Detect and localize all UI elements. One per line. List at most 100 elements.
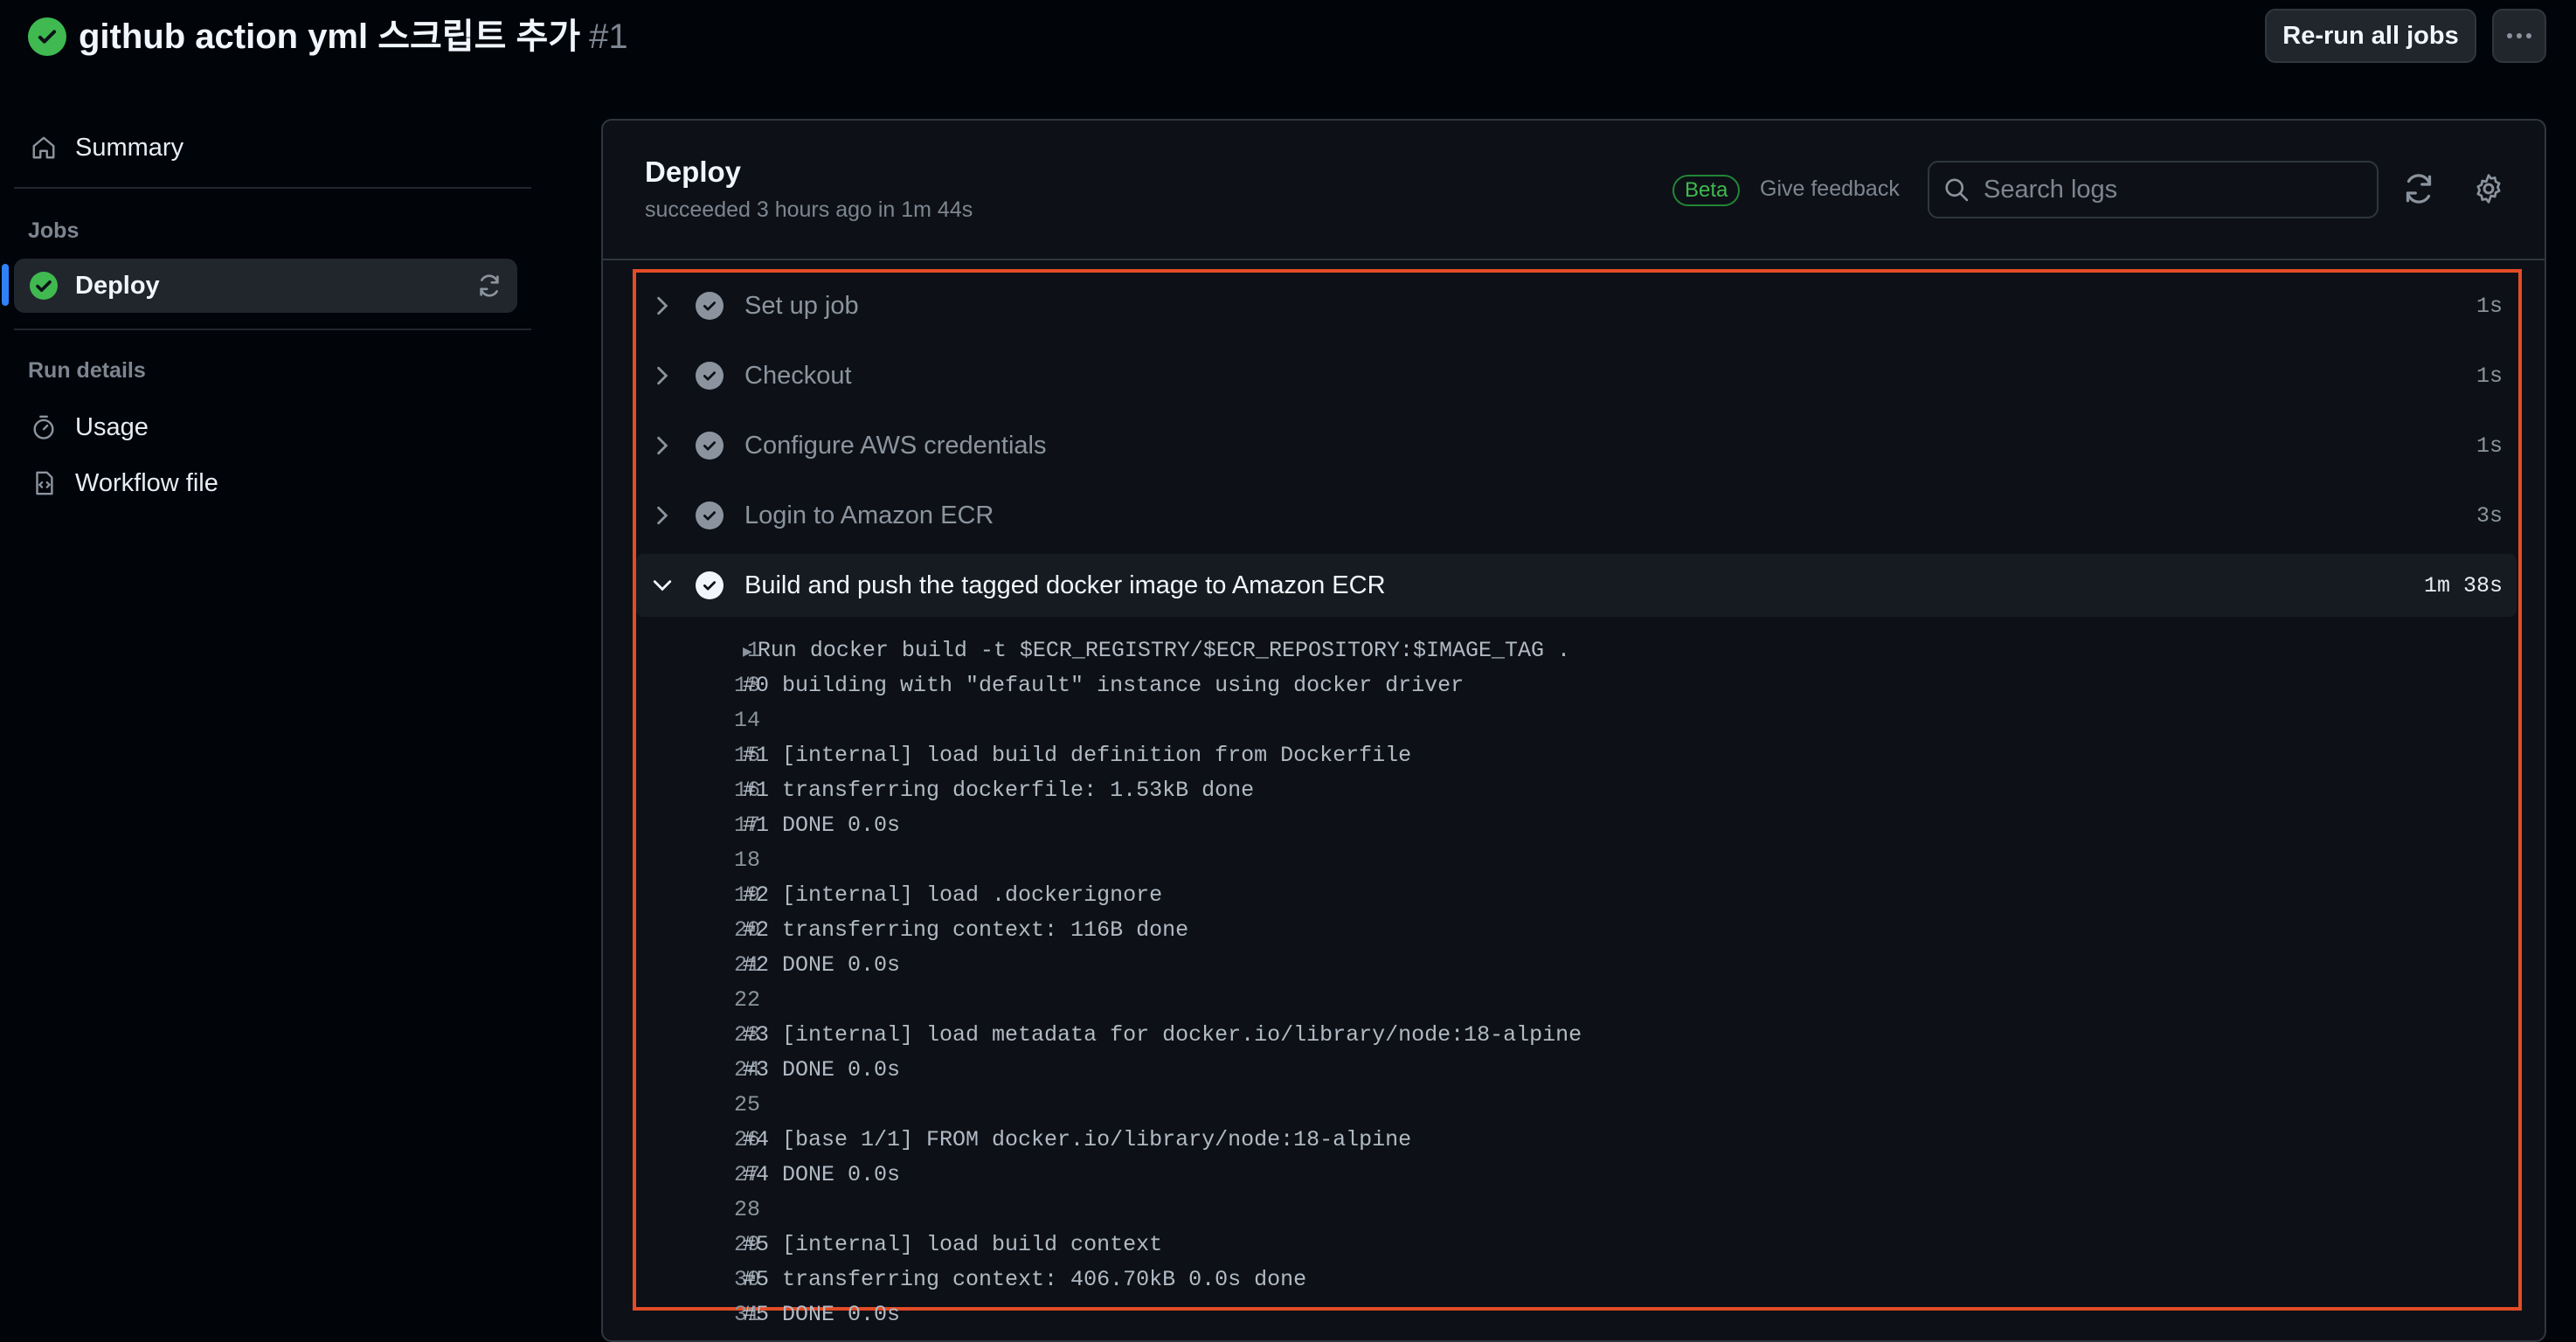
log-line: 25 <box>636 1092 2517 1127</box>
run-number: #1 <box>589 17 628 56</box>
step-build-and-push[interactable]: Build and push the tagged docker image t… <box>636 554 2517 617</box>
step-duration: 1s <box>2476 363 2503 389</box>
check-circle-icon <box>696 432 724 460</box>
step-login-to-amazon-ecr[interactable]: Login to Amazon ECR 3s <box>636 484 2517 547</box>
active-indicator <box>2 264 9 306</box>
log-text: #5 transferring context: 406.70kB 0.0s d… <box>743 1267 1307 1292</box>
search-logs-box[interactable] <box>1928 161 2379 218</box>
log-line: 17 #1 DONE 0.0s <box>636 813 2517 847</box>
step-set-up-job[interactable]: Set up job 1s <box>636 274 2517 337</box>
line-number[interactable]: 23 <box>636 1022 760 1048</box>
line-number[interactable]: 14 <box>636 708 760 733</box>
step-duration: 1s <box>2476 432 2503 459</box>
chevron-right-icon <box>652 436 673 455</box>
log-text: #2 transferring context: 116B done <box>743 917 1189 943</box>
line-number[interactable]: 21 <box>636 952 760 978</box>
sidebar-item-label: Deploy <box>75 271 160 300</box>
panel-header-divider <box>603 259 2545 260</box>
log-line: 18 <box>636 847 2517 882</box>
log-line: 14 <box>636 708 2517 743</box>
rerun-job-icon[interactable] <box>474 270 505 301</box>
log-text: #5 DONE 0.0s <box>743 1302 901 1327</box>
check-circle-icon <box>696 571 724 599</box>
line-number[interactable]: 28 <box>636 1197 760 1222</box>
line-number[interactable]: 27 <box>636 1162 760 1187</box>
line-number[interactable]: 17 <box>636 813 760 838</box>
line-number[interactable]: 13 <box>636 673 760 698</box>
chevron-right-icon <box>652 366 673 385</box>
chevron-right-icon <box>652 506 673 525</box>
more-options-button[interactable] <box>2492 9 2546 63</box>
check-circle-icon <box>696 292 724 320</box>
log-text: #1 DONE 0.0s <box>743 813 901 838</box>
log-line: 28 <box>636 1197 2517 1232</box>
line-number[interactable]: 25 <box>636 1092 760 1117</box>
line-number[interactable]: 24 <box>636 1057 760 1083</box>
refresh-icon[interactable] <box>2401 171 2436 206</box>
sidebar-item-usage[interactable]: Usage <box>14 400 517 454</box>
log-text: Run docker build -t $ECR_REGISTRY/$ECR_R… <box>757 638 1570 663</box>
log-line: 24 #3 DONE 0.0s <box>636 1057 2517 1092</box>
log-text: #1 transferring dockerfile: 1.53kB done <box>743 778 1255 803</box>
log-text: #3 [internal] load metadata for docker.i… <box>743 1022 1582 1048</box>
search-icon <box>1943 176 1970 203</box>
success-check-icon <box>28 17 66 56</box>
log-text: #1 [internal] load build definition from… <box>743 743 1412 768</box>
job-title: Deploy <box>645 156 742 188</box>
log-line: 23 #3 [internal] load metadata for docker… <box>636 1022 2517 1057</box>
line-number[interactable]: 15 <box>636 743 760 768</box>
step-name: Checkout <box>744 361 852 390</box>
log-group-toggle[interactable]: ▶ Run docker build -t $ECR_REGISTRY/$ECR_… <box>743 638 1570 663</box>
step-configure-aws-credentials[interactable]: Configure AWS credentials 1s <box>636 414 2517 477</box>
log-line: 16 #1 transferring dockerfile: 1.53kB don… <box>636 778 2517 813</box>
log-line: 27 #4 DONE 0.0s <box>636 1162 2517 1197</box>
run-details-heading: Run details <box>28 358 146 383</box>
line-number[interactable]: 18 <box>636 847 760 873</box>
beta-badge: Beta <box>1672 175 1741 206</box>
step-name: Build and push the tagged docker image t… <box>744 571 1386 599</box>
sidebar-item-deploy[interactable]: Deploy <box>14 259 517 313</box>
sidebar-item-label: Workflow file <box>75 468 218 497</box>
log-text: #2 DONE 0.0s <box>743 952 901 978</box>
log-line: 21 #2 DONE 0.0s <box>636 952 2517 987</box>
kebab-horizontal-icon <box>2507 33 2531 38</box>
step-name: Set up job <box>744 291 859 320</box>
give-feedback-link[interactable]: Give feedback <box>1760 176 1900 202</box>
log-text: #2 [internal] load .dockerignore <box>743 882 1163 908</box>
log-text: #0 building with "default" instance usin… <box>743 673 1465 698</box>
line-number[interactable]: 22 <box>636 987 760 1013</box>
line-number[interactable]: 1 <box>636 638 760 663</box>
chevron-right-icon <box>652 296 673 315</box>
check-circle-icon <box>696 502 724 529</box>
step-name: Configure AWS credentials <box>744 431 1047 460</box>
log-line: 26 #4 [base 1/1] FROM docker.io/library/n… <box>636 1127 2517 1162</box>
line-number[interactable]: 16 <box>636 778 760 803</box>
sidebar-item-summary[interactable]: Summary <box>14 121 517 175</box>
log-line: 15 #1 [internal] load build definition fr… <box>636 743 2517 778</box>
job-status-text: succeeded 3 hours ago in 1m 44s <box>645 197 973 222</box>
log-line: 31 #5 DONE 0.0s <box>636 1302 2517 1337</box>
home-icon <box>28 132 59 163</box>
sidebar-item-label: Summary <box>75 133 184 162</box>
run-title-text: github action yml 스크립트 추가 <box>79 17 581 56</box>
rerun-all-jobs-button[interactable]: Re-run all jobs <box>2265 9 2476 63</box>
line-number[interactable]: 29 <box>636 1232 760 1257</box>
chevron-down-icon <box>652 579 673 591</box>
line-number[interactable]: 19 <box>636 882 760 908</box>
step-checkout[interactable]: Checkout 1s <box>636 344 2517 407</box>
log-line: 20 #2 transferring context: 116B done <box>636 917 2517 952</box>
step-duration: 1m 38s <box>2423 572 2503 598</box>
step-name: Login to Amazon ECR <box>744 501 994 529</box>
line-number[interactable]: 30 <box>636 1267 760 1292</box>
sidebar-item-label: Usage <box>75 412 149 441</box>
sidebar-divider <box>14 187 531 189</box>
line-number[interactable]: 20 <box>636 917 760 943</box>
line-number[interactable]: 31 <box>636 1302 760 1327</box>
gear-icon[interactable] <box>2473 173 2508 208</box>
sidebar-item-workflow-file[interactable]: Workflow file <box>14 456 517 510</box>
stopwatch-icon <box>28 412 59 443</box>
line-number[interactable]: 26 <box>636 1127 760 1152</box>
log-line: 13 #0 building with "default" instance us… <box>636 673 2517 708</box>
expand-triangle-icon[interactable]: ▶ <box>743 644 752 661</box>
search-logs-input[interactable] <box>1982 174 2352 205</box>
